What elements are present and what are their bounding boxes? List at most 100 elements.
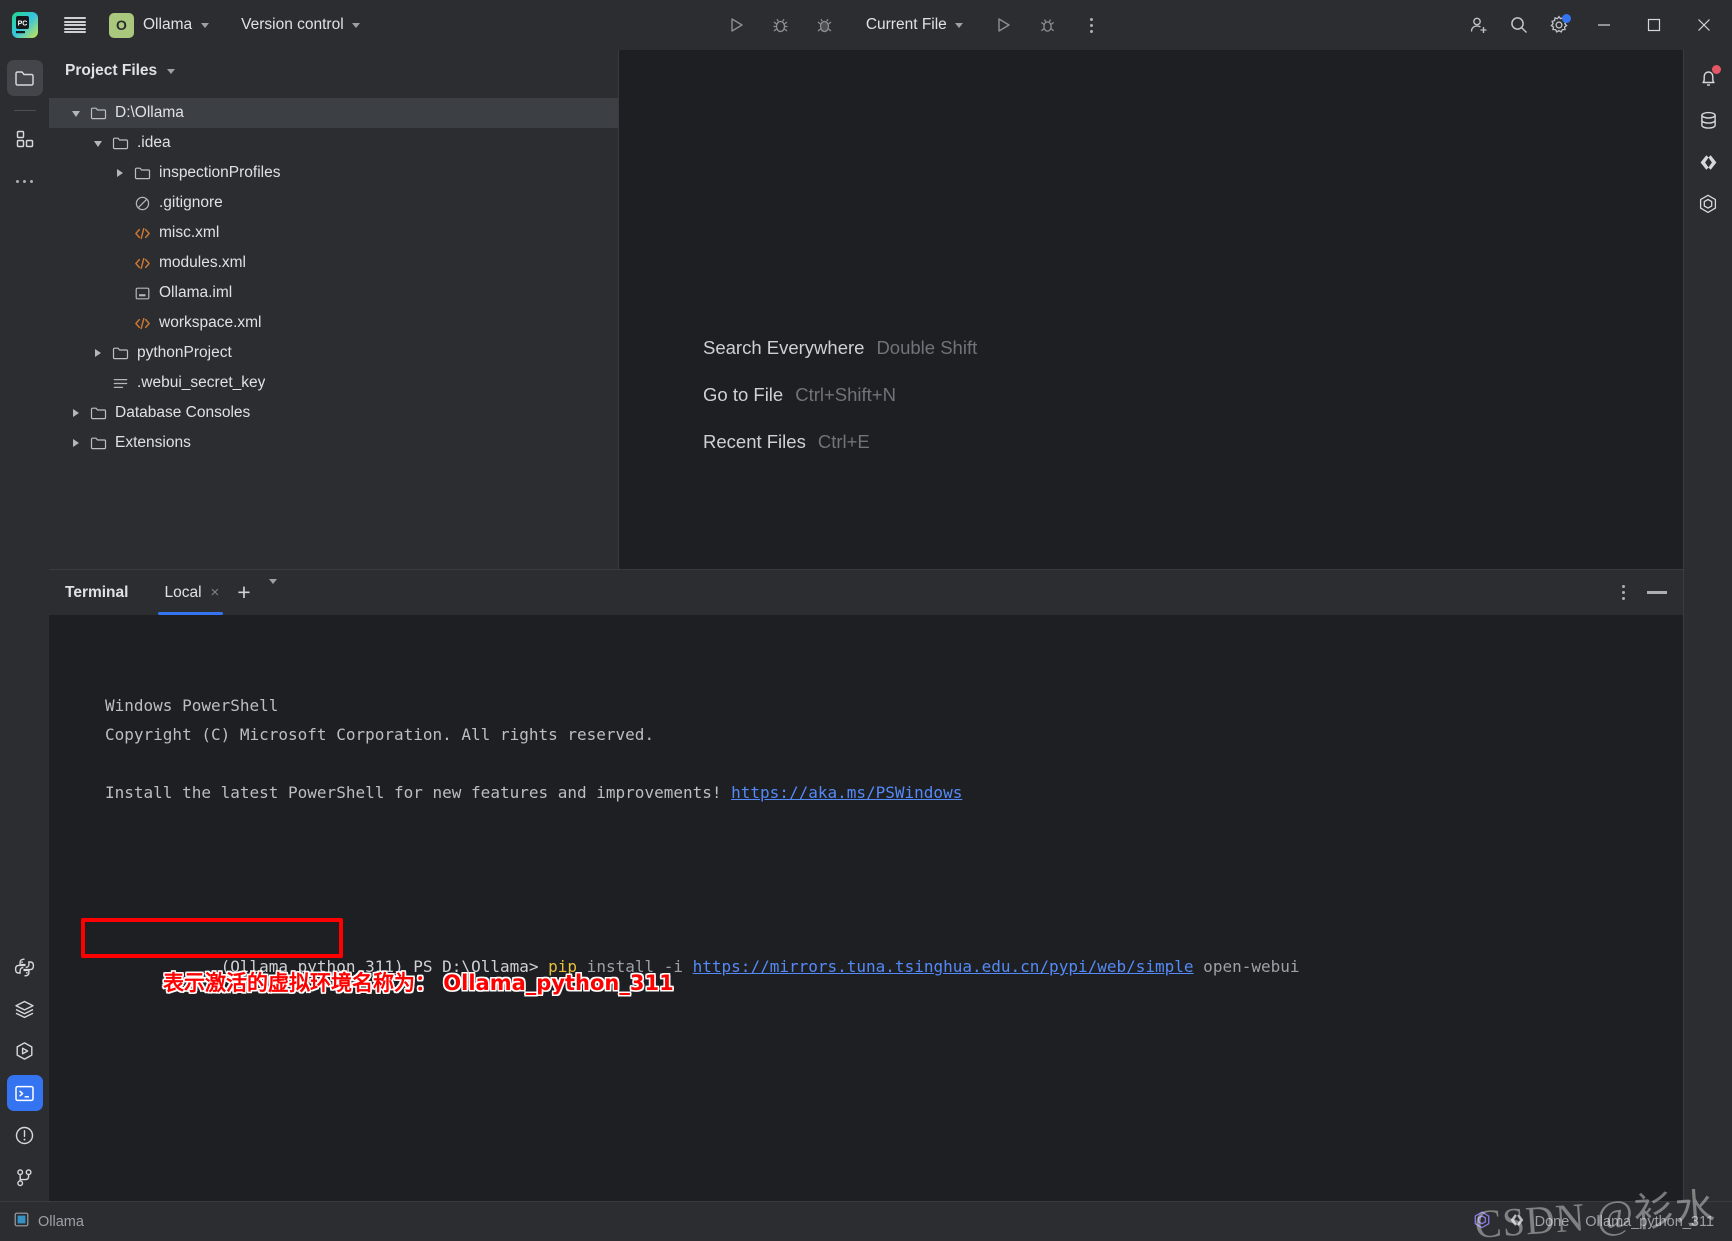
add-collaborator-button[interactable]	[1460, 6, 1498, 44]
run-with-coverage-button[interactable]	[806, 6, 844, 44]
chevron-right-icon[interactable]	[65, 404, 87, 422]
new-terminal-tab-button[interactable]: +	[237, 581, 250, 604]
tree-row[interactable]: .idea	[49, 128, 618, 158]
tree-row-label: workspace.xml	[159, 314, 262, 331]
sidebar-item-python-packages[interactable]	[7, 949, 43, 985]
tree-row[interactable]: pythonProject	[49, 338, 618, 368]
version-control-label: Version control	[241, 16, 344, 33]
status-project-label: Ollama	[38, 1213, 84, 1230]
tree-row[interactable]: Database Consoles	[49, 398, 618, 428]
status-interpreter-widget[interactable]: Ollama_python_311	[1585, 1214, 1714, 1230]
project-panel-title: Project Files	[65, 62, 158, 79]
tree-row[interactable]: Ollama.iml	[49, 278, 618, 308]
chevron-right-icon[interactable]	[87, 344, 109, 362]
sidebar-item-project[interactable]	[6, 60, 43, 96]
sidebar-item-database[interactable]	[1690, 102, 1726, 138]
sidebar-item-structure[interactable]	[7, 121, 43, 157]
terminal-scrollback: Windows PowerShell Copyright (C) Microsof…	[105, 691, 1683, 836]
project-widget[interactable]: O Ollama	[104, 9, 218, 42]
title-bar-right	[1460, 0, 1728, 50]
close-icon[interactable]: ×	[211, 584, 220, 601]
search-everywhere-button[interactable]	[1500, 6, 1538, 44]
main-body: Project Files D:\Ollama .idea inspectionPr…	[0, 50, 1732, 1201]
tree-row[interactable]: misc.xml	[49, 218, 618, 248]
hide-terminal-button[interactable]	[1647, 591, 1667, 594]
main-menu-button[interactable]	[56, 6, 94, 44]
project-module-icon	[14, 1212, 29, 1231]
sidebar-item-ai-assistant[interactable]	[1690, 186, 1726, 222]
run-button[interactable]	[718, 6, 756, 44]
debug-current-file-button[interactable]	[1029, 6, 1067, 44]
debug-button[interactable]	[762, 6, 800, 44]
shortcut-hint-key: Double Shift	[876, 336, 978, 358]
run-current-file-button[interactable]	[985, 6, 1023, 44]
project-file-tree[interactable]: D:\Ollama .idea inspectionProfiles .gitigno…	[49, 92, 618, 569]
chevron-down-icon	[954, 22, 963, 28]
terminal-header-actions	[1618, 579, 1667, 606]
status-code-with-me-widget[interactable]: Done	[1508, 1211, 1569, 1233]
tree-row[interactable]: inspectionProfiles	[49, 158, 618, 188]
code-with-me-icon	[1508, 1211, 1526, 1233]
sidebar-item-notifications[interactable]	[1690, 60, 1726, 96]
shortcut-hint-name: Go to File	[703, 383, 784, 405]
sidebar-item-terminal[interactable]	[6, 1075, 43, 1111]
terminal-header: Terminal Local × +	[49, 570, 1683, 615]
sidebar-item-run[interactable]	[7, 1033, 43, 1069]
terminal-line-link[interactable]: https://aka.ms/PSWindows	[731, 783, 962, 802]
shortcut-hint-row: Go to File Ctrl+Shift+N	[703, 384, 977, 406]
tree-row-label: modules.xml	[159, 254, 246, 271]
sidebar-item-code-with-me[interactable]	[1690, 144, 1726, 180]
tree-row-label: Ollama.iml	[159, 284, 233, 301]
ai-assistant-status-icon[interactable]	[1472, 1210, 1492, 1234]
terminal-options-button[interactable]	[1618, 579, 1629, 606]
notification-badge	[1712, 65, 1721, 74]
main-column: Project Files D:\Ollama .idea inspectionPr…	[49, 50, 1683, 1201]
tree-row[interactable]: .webui_secret_key	[49, 368, 618, 398]
sidebar-item-problems[interactable]	[7, 1117, 43, 1153]
tree-row-label: pythonProject	[137, 344, 232, 361]
module-file-icon	[131, 285, 153, 302]
sidebar-item-more-tools[interactable]	[7, 163, 43, 199]
version-control-widget[interactable]: Version control	[232, 11, 369, 39]
pycharm-logo-icon: PC	[10, 10, 40, 40]
chevron-down-icon[interactable]	[87, 134, 109, 152]
run-configuration-selector[interactable]: Current File	[856, 11, 973, 39]
tree-row[interactable]: .gitignore	[49, 188, 618, 218]
tree-row[interactable]: D:\Ollama	[49, 98, 618, 128]
hamburger-icon	[64, 17, 86, 33]
status-project-widget[interactable]: Ollama	[14, 1212, 84, 1231]
settings-button[interactable]	[1540, 6, 1578, 44]
left-tool-stripe	[0, 50, 49, 1201]
shortcut-hint-row: Search Everywhere Double Shift	[703, 337, 977, 359]
chevron-down-icon[interactable]	[65, 104, 87, 122]
chevron-right-icon[interactable]	[109, 164, 131, 182]
tree-row[interactable]: workspace.xml	[49, 308, 618, 338]
tree-row-label: inspectionProfiles	[159, 164, 281, 181]
terminal-tab-local[interactable]: Local ×	[156, 570, 225, 615]
tree-row-label: .webui_secret_key	[137, 374, 266, 391]
text-file-icon	[109, 375, 131, 392]
tree-row[interactable]: Extensions	[49, 428, 618, 458]
sidebar-item-version-control[interactable]	[7, 1159, 43, 1195]
sidebar-item-services[interactable]	[7, 991, 43, 1027]
xml-file-icon	[131, 255, 153, 272]
tree-row-label: misc.xml	[159, 224, 220, 241]
terminal-prompt-line: (Ollama_python_311) PS D:\Ollama> pip in…	[81, 918, 1683, 1097]
tree-row[interactable]: modules.xml	[49, 248, 618, 278]
terminal-tabs-dropdown-button[interactable]	[268, 578, 277, 602]
terminal-output[interactable]: Windows PowerShell Copyright (C) Microsof…	[49, 615, 1683, 1201]
minimize-window-button[interactable]	[1580, 0, 1628, 50]
tree-row-label: Database Consoles	[115, 404, 251, 421]
terminal-line-text: Windows PowerShell	[105, 696, 279, 715]
project-panel-header[interactable]: Project Files	[49, 50, 618, 92]
terminal-index-url-link[interactable]: https://mirrors.tuna.tsinghua.edu.cn/pyp…	[693, 957, 1194, 976]
close-window-button[interactable]	[1680, 0, 1728, 50]
terminal-line-text: Install the latest PowerShell for new fe…	[105, 783, 732, 802]
maximize-window-button[interactable]	[1630, 0, 1678, 50]
chevron-right-icon[interactable]	[65, 434, 87, 452]
more-actions-button[interactable]	[1073, 6, 1111, 44]
shortcut-hint-key: Ctrl+E	[817, 430, 870, 452]
svg-text:PC: PC	[18, 21, 28, 28]
